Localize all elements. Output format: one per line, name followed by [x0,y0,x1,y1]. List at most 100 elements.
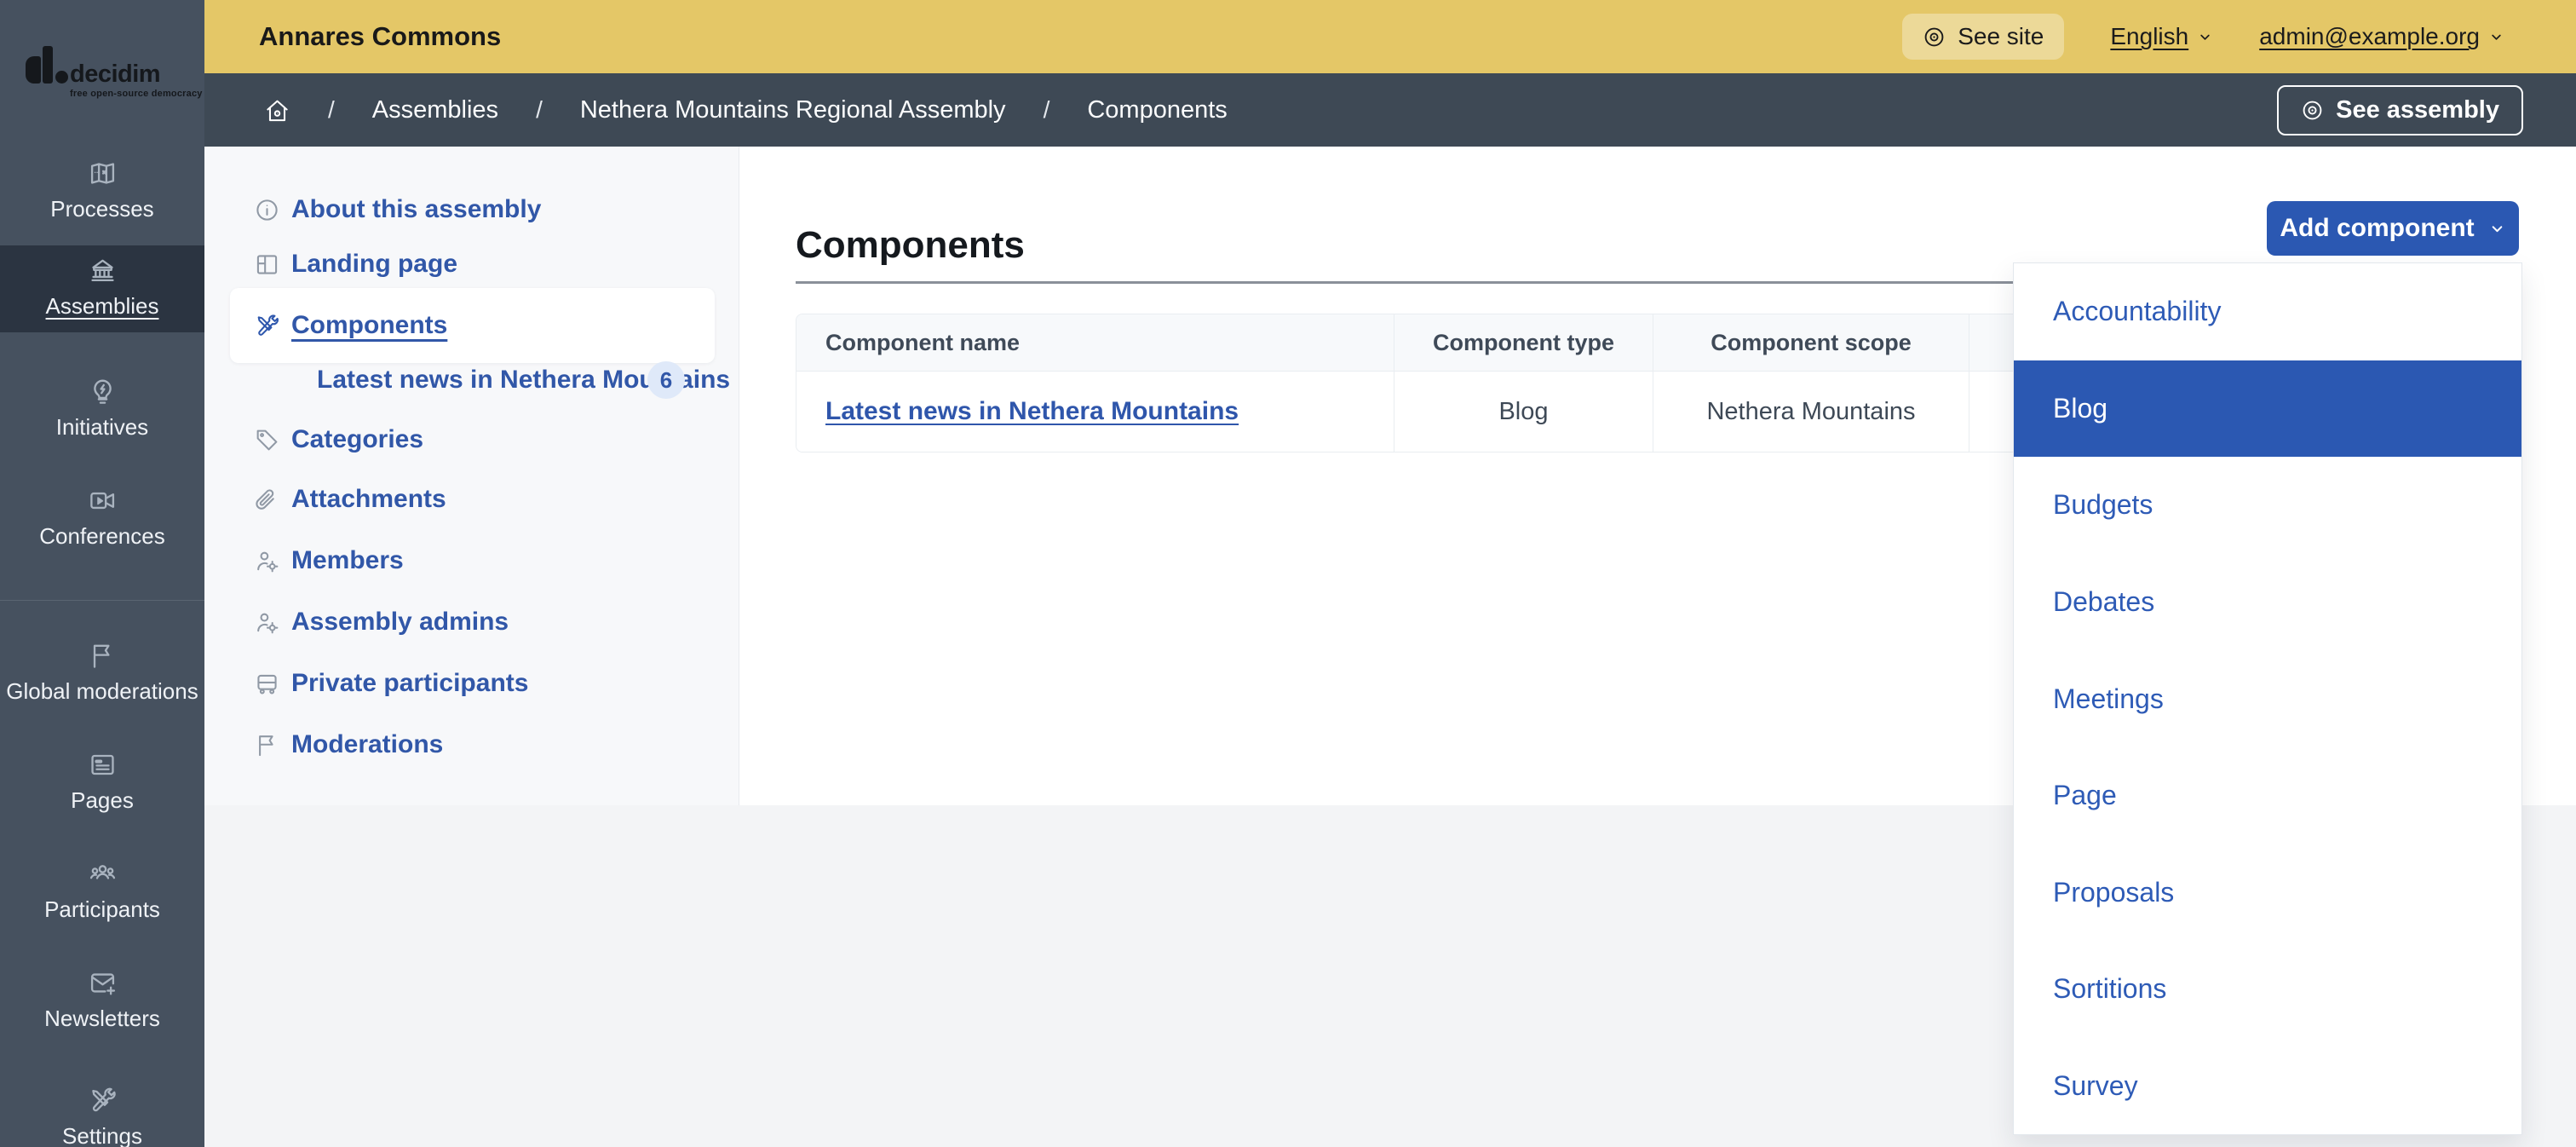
breadcrumb-item-assemblies[interactable]: Assemblies [372,96,498,124]
breadcrumb-separator: / [536,96,543,124]
breadcrumb-item-components[interactable]: Components [1087,96,1227,124]
tools-icon [254,313,280,339]
column-header-component-scope: Component scope [1653,314,1969,371]
language-label: English [2110,23,2188,50]
sidebar-item-assemblies[interactable]: Assemblies [0,256,204,320]
sidebar-item-initiatives[interactable]: Initiatives [0,377,204,441]
sidebar-item-global-moderations[interactable]: Global moderations [0,641,204,705]
subnav-item-members[interactable]: Members [204,537,739,585]
tools-icon [88,1086,118,1115]
eye-icon [2301,99,2324,122]
sidebar-item-label: Global moderations [6,678,198,705]
decidim-logo-text: decidim [70,61,160,89]
mail-add-icon [88,968,118,998]
menu-item-page[interactable]: Page [2014,747,2521,844]
subnav-item-landing-page[interactable]: Landing page [204,240,739,288]
flag-icon [88,641,118,671]
top-bar: Annares Commons See site English admin@e… [204,0,2576,73]
user-menu[interactable]: admin@example.org [2259,23,2504,50]
sidebar-item-newsletters[interactable]: Newsletters [0,968,204,1032]
video-camera-icon [88,486,118,516]
component-count-badge: 6 [647,361,685,399]
info-icon [254,197,280,223]
chevron-down-icon [2197,29,2213,45]
sidebar-item-label: Pages [71,787,134,814]
component-name-link[interactable]: Latest news in Nethera Mountains [825,397,1239,426]
sidebar-item-participants[interactable]: Participants [0,859,204,923]
decidim-logo[interactable]: decidim free open-source democracy [26,43,187,99]
subnav-item-private-participants[interactable]: Private participants [204,660,739,707]
subnav-item-label: Components [291,311,447,340]
add-component-menu: Accountability Blog Budgets Debates Meet… [2013,262,2522,1135]
layout-icon [254,251,280,278]
subnav-item-categories[interactable]: Categories [204,416,739,464]
subnav-item-components[interactable]: Components [204,302,739,349]
subnav-item-label: Private participants [291,669,528,698]
menu-item-sortitions[interactable]: Sortitions [2014,941,2521,1038]
subnav-item-latest-news[interactable]: Latest news in Nethera Mountains 6 [204,356,739,404]
user-settings-icon [254,609,280,636]
assembly-subnav: About this assembly Landing page Co [204,147,739,805]
page-title: Components [796,224,1025,267]
sidebar-item-label: Initiatives [56,414,148,441]
sidebar-item-pages[interactable]: Pages [0,750,204,814]
sidebar-item-label: Processes [50,196,153,222]
article-icon [88,750,118,780]
chevron-down-icon [2488,220,2506,238]
component-scope-cell: Nethera Mountains [1653,371,1969,452]
sidebar-item-label: Assemblies [46,293,159,320]
menu-item-proposals[interactable]: Proposals [2014,844,2521,941]
sidebar-item-label: Conferences [39,523,164,550]
user-email: admin@example.org [2259,23,2480,50]
menu-item-meetings[interactable]: Meetings [2014,650,2521,747]
paperclip-icon [254,487,280,513]
subnav-item-assembly-admins[interactable]: Assembly admins [204,598,739,646]
people-group-icon [88,859,118,889]
page-container: About this assembly Landing page Co [204,147,2576,1147]
breadcrumb-bar: / Assemblies / Nethera Mountains Regiona… [204,73,2576,147]
sidebar-divider [0,600,204,601]
home-icon[interactable] [264,97,290,124]
see-site-button[interactable]: See site [1902,14,2064,60]
menu-item-survey[interactable]: Survey [2014,1038,2521,1135]
menu-item-budgets[interactable]: Budgets [2014,457,2521,554]
add-component-label: Add component [2280,214,2474,243]
user-settings-icon [254,548,280,574]
subnav-item-label: Moderations [291,730,443,759]
subnav-item-attachments[interactable]: Attachments [204,476,739,523]
see-assembly-button[interactable]: See assembly [2277,85,2523,135]
organization-name: Annares Commons [259,21,501,52]
menu-item-accountability[interactable]: Accountability [2014,263,2521,360]
bus-icon [254,671,280,697]
chevron-down-icon [2488,29,2504,45]
decidim-logo-mark: decidim [26,43,187,84]
decidim-logo-tagline: free open-source democracy [70,89,187,99]
breadcrumb-separator: / [1044,96,1050,124]
see-site-label: See site [1958,23,2044,50]
government-icon [88,256,118,285]
menu-item-blog[interactable]: Blog [2014,360,2521,458]
add-component-button[interactable]: Add component [2267,201,2519,256]
menu-item-debates[interactable]: Debates [2014,554,2521,651]
price-tag-icon [254,427,280,453]
breadcrumb-item-assembly-name[interactable]: Nethera Mountains Regional Assembly [580,96,1006,124]
sidebar-item-label: Newsletters [44,1006,160,1032]
subnav-item-label: Assembly admins [291,608,509,637]
sidebar-item-conferences[interactable]: Conferences [0,486,204,550]
breadcrumb-separator: / [328,96,335,124]
subnav-item-about[interactable]: About this assembly [204,186,739,233]
subnav-item-label: Landing page [291,250,457,279]
flag-icon [254,732,280,758]
sidebar-item-settings[interactable]: Settings [0,1086,204,1147]
subnav-item-label: About this assembly [291,195,541,224]
see-assembly-label: See assembly [2336,96,2499,124]
sidebar-item-processes[interactable]: Processes [0,159,204,222]
column-header-component-name: Component name [796,314,1394,371]
language-selector[interactable]: English [2110,23,2213,50]
map-icon [88,159,118,188]
sidebar-item-label: Participants [44,896,160,923]
decidim-admin-screen: decidim free open-source democracy Proce… [0,0,2576,1147]
subnav-item-moderations[interactable]: Moderations [204,721,739,769]
eye-icon [1923,26,1946,49]
breadcrumb: / Assemblies / Nethera Mountains Regiona… [264,96,1228,124]
